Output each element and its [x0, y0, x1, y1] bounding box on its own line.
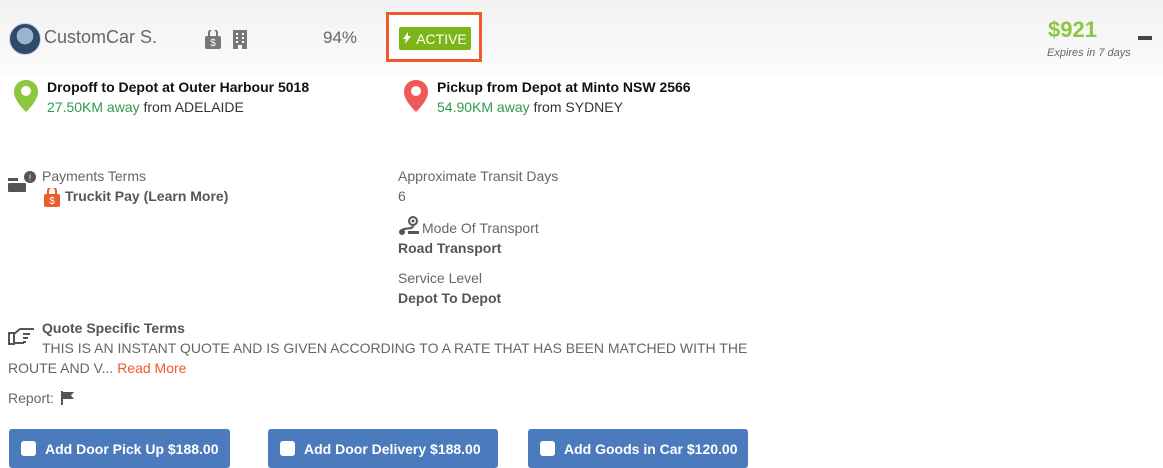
- dropoff-distance: 27.50KM away: [47, 99, 140, 115]
- quote-terms-line1: THIS IS AN INSTANT QUOTE AND IS GIVEN AC…: [42, 340, 748, 356]
- transit-days-label: Approximate Transit Days: [398, 168, 559, 184]
- add-goods-in-car-checkbox[interactable]: [540, 441, 555, 456]
- pickup-title: Pickup from Depot at Minto NSW 2566: [437, 79, 691, 95]
- svg-text:$: $: [49, 196, 55, 207]
- status-highlight: ACTIVE: [386, 12, 482, 62]
- add-door-delivery-label: Add Door Delivery $188.00: [304, 440, 481, 457]
- route-icon: [398, 216, 420, 241]
- building-icon: [232, 29, 248, 54]
- add-door-pickup-button[interactable]: Add Door Pick Up $188.00: [9, 429, 230, 468]
- dropoff-from: from: [139, 99, 175, 115]
- add-door-delivery-checkbox[interactable]: [280, 441, 295, 456]
- lightning-icon: [403, 31, 412, 47]
- pickup-pin-icon: [404, 80, 428, 112]
- status-badge: ACTIVE: [399, 27, 471, 50]
- service-level-label: Service Level: [398, 270, 483, 286]
- company-avatar[interactable]: [9, 23, 41, 55]
- quote-terms-excerpt: ROUTE AND V...: [8, 360, 118, 376]
- transport-mode-label: Mode Of Transport: [422, 220, 539, 236]
- report-label: Report:: [8, 390, 54, 406]
- quote-expiry: Expires in 7 days: [1047, 47, 1131, 59]
- status-text: ACTIVE: [416, 30, 467, 47]
- company-name[interactable]: CustomCar S.: [44, 27, 157, 48]
- add-door-delivery-button[interactable]: Add Door Delivery $188.00: [268, 429, 498, 468]
- truckit-pay-icon: $: [43, 186, 61, 213]
- transport-mode-value: Road Transport: [398, 240, 502, 256]
- add-door-pickup-label: Add Door Pick Up $188.00: [45, 440, 219, 457]
- quote-price: $921: [1048, 17, 1097, 42]
- payments-value-link[interactable]: Truckit Pay (Learn More): [65, 188, 228, 204]
- add-goods-in-car-label: Add Goods in Car $120.00: [564, 440, 738, 457]
- quote-terms-line2: ROUTE AND V... Read More: [8, 360, 186, 376]
- add-door-pickup-checkbox[interactable]: [21, 441, 36, 456]
- dropoff-subtitle: 27.50KM away from ADELAIDE: [47, 99, 244, 115]
- pointing-hand-icon: [8, 326, 36, 351]
- pickup-distance: 54.90KM away: [437, 99, 530, 115]
- svg-text:!: !: [29, 173, 32, 183]
- pickup-city: SYDNEY: [565, 99, 623, 115]
- dropoff-pin-icon: [14, 80, 38, 112]
- svg-text:$: $: [210, 38, 216, 49]
- pickup-subtitle: 54.90KM away from SYDNEY: [437, 99, 623, 115]
- listing-header: [0, 0, 1163, 74]
- add-goods-in-car-button[interactable]: Add Goods in Car $120.00: [528, 429, 748, 468]
- payment-bag-icon: $: [204, 28, 222, 55]
- quote-terms-title: Quote Specific Terms: [42, 320, 185, 336]
- transit-days-value: 6: [398, 188, 406, 204]
- dropoff-title: Dropoff to Depot at Outer Harbour 5018: [47, 79, 310, 95]
- payments-label: Payments Terms: [42, 168, 146, 184]
- payment-truck-icon: !: [8, 170, 36, 199]
- dropoff-city: ADELAIDE: [174, 99, 244, 115]
- pickup-from: from: [529, 99, 566, 115]
- flag-icon[interactable]: [61, 391, 75, 410]
- read-more-link[interactable]: Read More: [117, 360, 186, 376]
- service-level-value: Depot To Depot: [398, 290, 502, 306]
- rating-percent: 94%: [323, 28, 358, 47]
- collapse-toggle[interactable]: [1138, 36, 1152, 40]
